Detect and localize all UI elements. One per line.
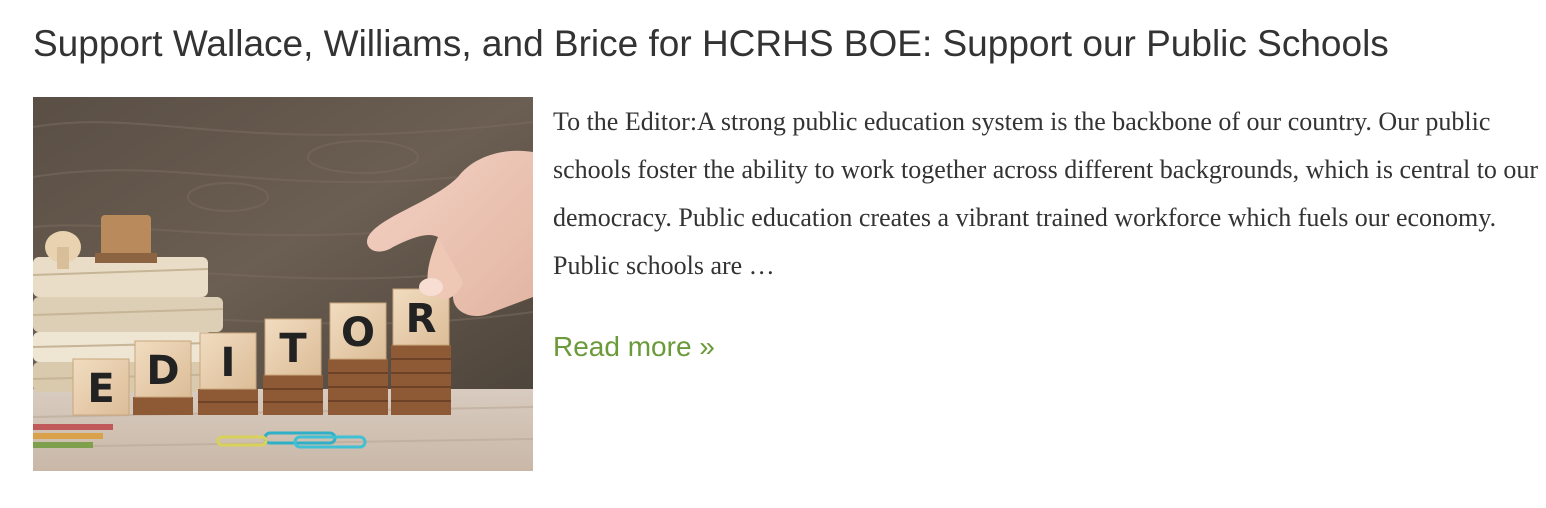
post-summary: Support Wallace, Williams, and Brice for… <box>33 0 1538 508</box>
tile-letter: D <box>146 348 179 394</box>
tile-letter: I <box>221 340 236 386</box>
tile-letter: E <box>87 366 114 412</box>
post-title[interactable]: Support Wallace, Williams, and Brice for… <box>33 20 1389 68</box>
read-more-link[interactable]: Read more » <box>553 323 715 371</box>
tile-letter: R <box>406 296 437 342</box>
tile-letter: O <box>341 310 375 356</box>
tile-letter: T <box>279 326 307 372</box>
post-thumbnail[interactable]: E D I T O R <box>33 97 533 471</box>
post-excerpt: To the Editor:A strong public education … <box>553 107 1539 280</box>
